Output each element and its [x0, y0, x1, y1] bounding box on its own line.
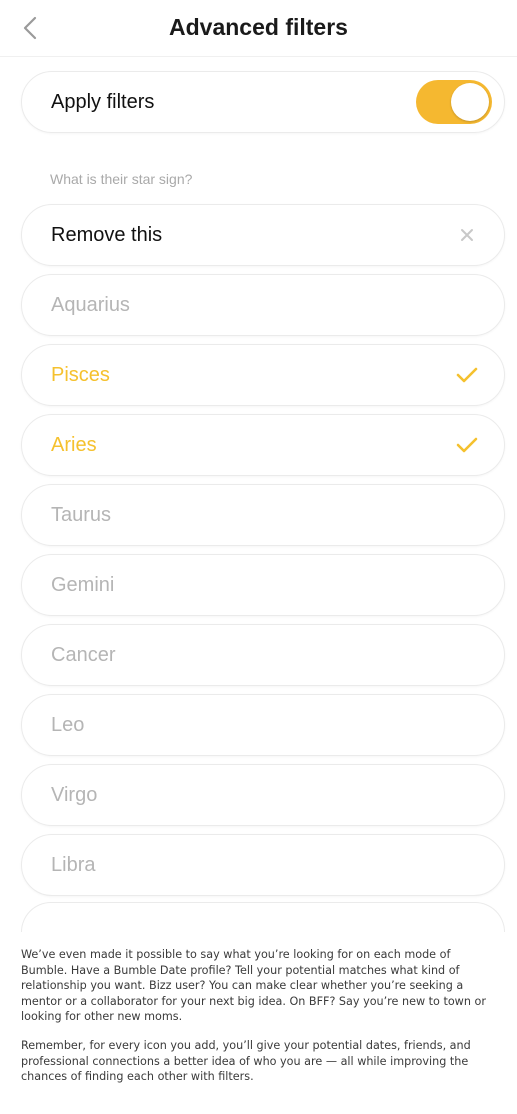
- option-partial-next[interactable]: [21, 902, 505, 932]
- option-label: Virgo: [51, 783, 98, 806]
- option-leo[interactable]: Leo: [21, 694, 505, 756]
- option-libra[interactable]: Libra: [21, 834, 505, 896]
- option-aries[interactable]: Aries: [21, 414, 505, 476]
- option-label: Aries: [51, 433, 97, 456]
- info-paragraph-2: Remember, for every icon you add, you’ll…: [21, 1039, 471, 1083]
- info-paragraph-1: We’ve even made it possible to say what …: [21, 948, 486, 1023]
- remove-this-label: Remove this: [51, 223, 163, 246]
- option-label: Leo: [51, 713, 85, 736]
- page-title: Advanced filters: [169, 14, 348, 40]
- close-icon: [456, 224, 478, 246]
- option-label: Libra: [51, 853, 96, 876]
- option-virgo[interactable]: Virgo: [21, 764, 505, 826]
- option-aquarius[interactable]: Aquarius: [21, 274, 505, 336]
- apply-filters-label: Apply filters: [51, 90, 155, 113]
- option-pisces[interactable]: Pisces: [21, 344, 505, 406]
- option-label: Gemini: [51, 573, 115, 596]
- header-bar: Advanced filters: [0, 0, 517, 57]
- remove-this-option[interactable]: Remove this: [21, 204, 505, 266]
- option-taurus[interactable]: Taurus: [21, 484, 505, 546]
- option-cancer[interactable]: Cancer: [21, 624, 505, 686]
- option-gemini[interactable]: Gemini: [21, 554, 505, 616]
- option-label: Cancer: [51, 643, 116, 666]
- apply-filters-row: Apply filters: [21, 71, 505, 133]
- apply-filters-toggle[interactable]: [416, 80, 492, 124]
- toggle-knob: [451, 83, 489, 121]
- checkmark-icon: [456, 364, 478, 386]
- checkmark-icon: [456, 434, 478, 456]
- option-label: Taurus: [51, 503, 112, 526]
- star-sign-question: What is their star sign?: [50, 171, 193, 187]
- option-label: Pisces: [51, 363, 110, 386]
- option-label: Aquarius: [51, 293, 130, 316]
